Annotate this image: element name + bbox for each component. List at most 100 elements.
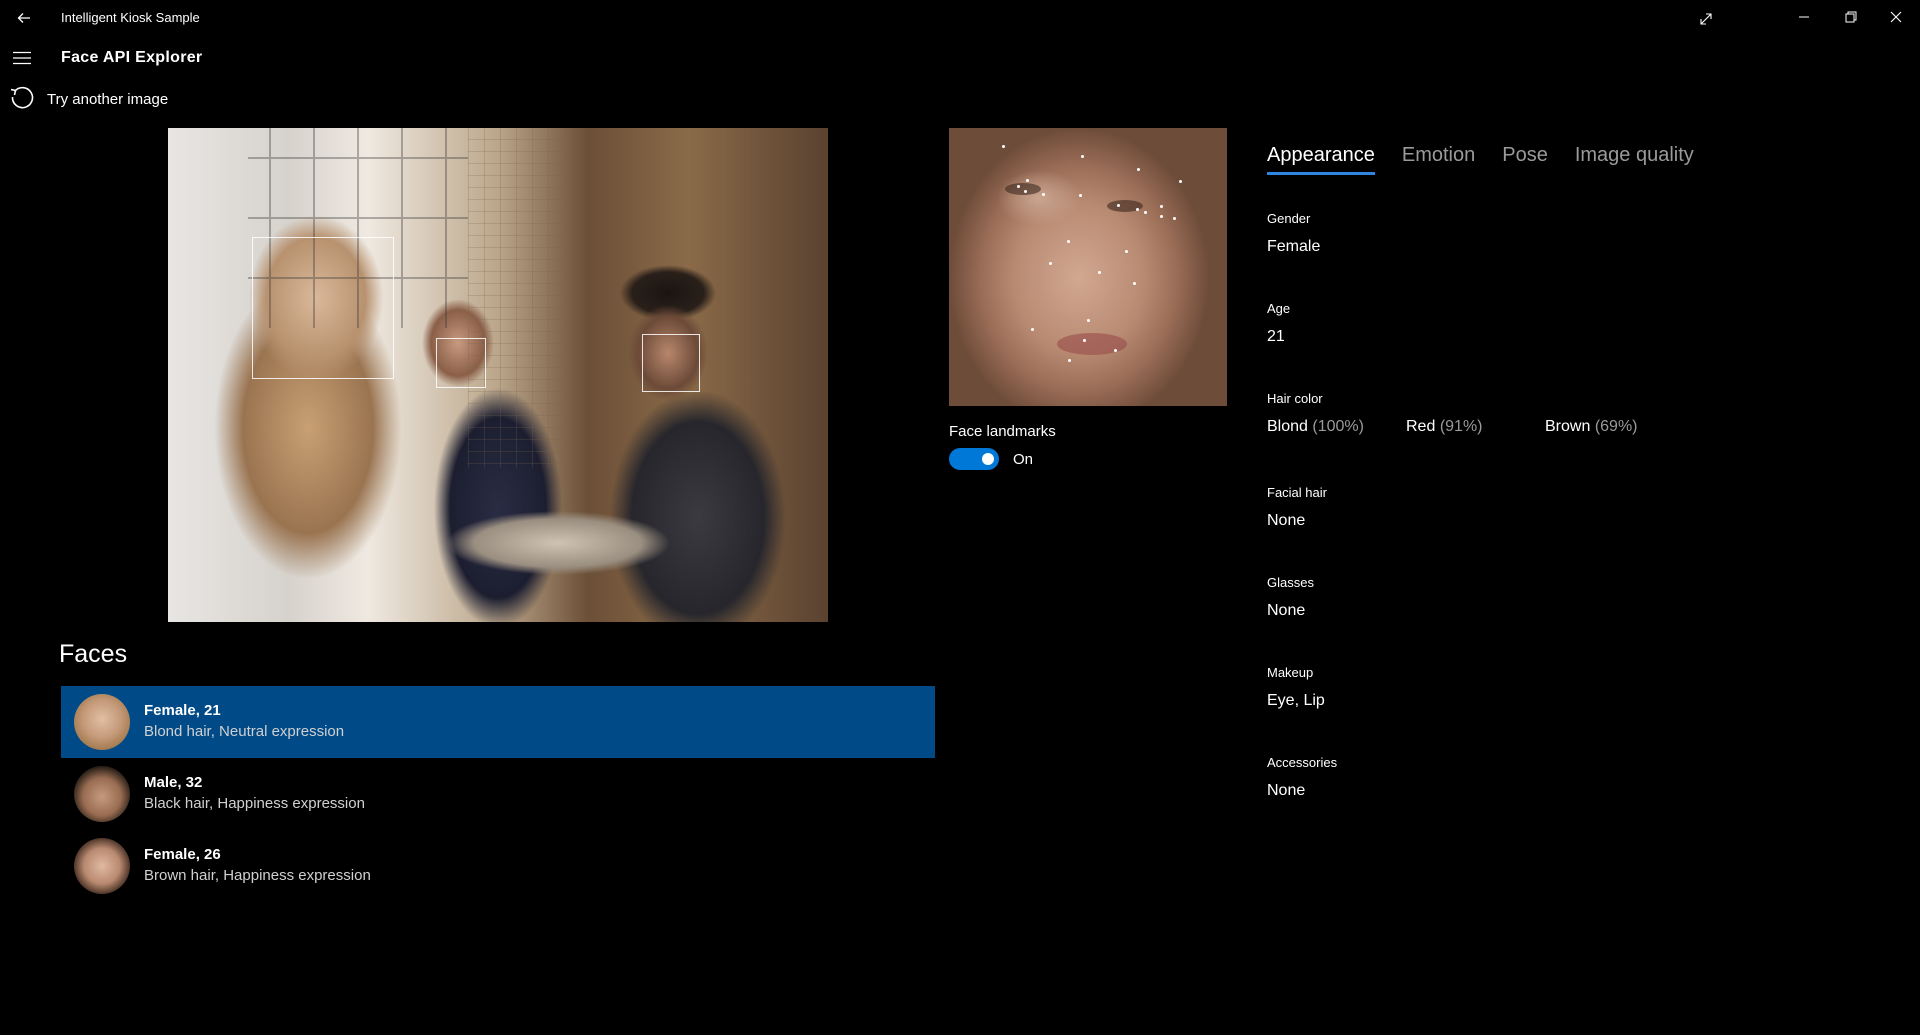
landmark-point <box>1002 145 1005 148</box>
gender-section: Gender Female <box>1267 211 1320 256</box>
facial-hair-value: None <box>1267 512 1306 529</box>
minimize-button[interactable] <box>1781 0 1827 34</box>
minimize-icon <box>1799 16 1809 18</box>
tab-image-quality[interactable]: Image quality <box>1575 144 1694 175</box>
glasses-value: None <box>1267 602 1306 619</box>
landmark-point <box>1031 328 1034 331</box>
hamburger-menu-button[interactable] <box>8 44 36 72</box>
glasses-section: Glasses None <box>1267 575 1314 620</box>
landmark-point <box>1068 359 1071 362</box>
landmark-point <box>1042 193 1045 196</box>
face-list-item[interactable]: Male, 32 Black hair, Happiness expressio… <box>61 758 935 830</box>
face-list-item[interactable]: Female, 21 Blond hair, Neutral expressio… <box>61 686 935 758</box>
hair-color-name: Red <box>1406 418 1436 435</box>
face-landmarks-toggle[interactable] <box>949 448 999 470</box>
hair-color-name: Blond <box>1267 418 1308 435</box>
landmark-point <box>1173 217 1176 220</box>
hair-color-confidence: (91%) <box>1439 418 1483 435</box>
expand-icon <box>1700 13 1712 25</box>
page-title: Face API Explorer <box>61 49 203 66</box>
landmark-point <box>1049 262 1052 265</box>
close-button[interactable] <box>1873 0 1919 34</box>
hair-color-item: Brown (69%) <box>1545 418 1684 436</box>
makeup-value: Eye, Lip <box>1267 692 1325 709</box>
restore-icon <box>1845 11 1857 23</box>
accessories-section: Accessories None <box>1267 755 1337 800</box>
landmark-point <box>1144 211 1147 214</box>
title-bar: Intelligent Kiosk Sample <box>0 0 1920 36</box>
landmark-point <box>1024 190 1027 193</box>
tab-pose[interactable]: Pose <box>1502 144 1548 175</box>
makeup-label: Makeup <box>1267 665 1314 680</box>
expand-button[interactable] <box>1683 2 1729 36</box>
age-label: Age <box>1267 301 1291 316</box>
face-crop-eye <box>1005 183 1041 195</box>
tab-appearance[interactable]: Appearance <box>1267 144 1375 175</box>
landmark-point <box>1087 319 1090 322</box>
facial-hair-section: Facial hair None <box>1267 485 1327 530</box>
hair-color-item: Blond (100%) <box>1267 418 1406 436</box>
landmark-point <box>1117 204 1120 207</box>
landmark-point <box>1179 180 1182 183</box>
landmark-point <box>1026 179 1029 182</box>
close-icon <box>1890 11 1902 23</box>
hair-color-section: Hair color Blond (100%) Red (91%) Brown … <box>1267 391 1684 436</box>
landmark-point <box>1160 215 1163 218</box>
attribute-tabs: Appearance Emotion Pose Image quality <box>1267 144 1721 175</box>
face-box-2[interactable] <box>436 338 486 388</box>
hamburger-menu-icon <box>13 51 31 65</box>
gender-label: Gender <box>1267 211 1311 226</box>
landmark-point <box>1017 185 1020 188</box>
faces-heading: Faces <box>59 640 128 668</box>
hair-color-confidence: (100%) <box>1312 418 1364 435</box>
landmark-point <box>1114 349 1117 352</box>
facial-hair-label: Facial hair <box>1267 485 1327 500</box>
face-crop-lips <box>1057 333 1127 355</box>
landmark-point <box>1083 339 1086 342</box>
face-item-title: Female, 21 <box>144 702 221 719</box>
landmark-point <box>1067 240 1070 243</box>
landmark-point <box>1133 282 1136 285</box>
landmark-point <box>1098 271 1101 274</box>
makeup-section: Makeup Eye, Lip <box>1267 665 1325 710</box>
hair-color-label: Hair color <box>1267 391 1323 406</box>
try-another-image-button[interactable]: Try another image <box>9 86 168 112</box>
landmark-point <box>1079 194 1082 197</box>
app-title: Intelligent Kiosk Sample <box>61 10 200 25</box>
face-item-subtitle: Black hair, Happiness expression <box>144 795 365 812</box>
gender-value: Female <box>1267 238 1321 255</box>
landmark-point <box>1125 250 1128 253</box>
back-button[interactable] <box>10 4 38 32</box>
selected-face-crop <box>949 128 1227 406</box>
face-list-item[interactable]: Female, 26 Brown hair, Happiness express… <box>61 830 935 902</box>
toggle-knob <box>982 453 994 465</box>
accessories-value: None <box>1267 782 1306 799</box>
restore-button[interactable] <box>1828 0 1874 34</box>
toggle-state-label: On <box>1013 450 1034 468</box>
landmark-point <box>1137 168 1140 171</box>
landmark-point <box>1136 208 1139 211</box>
landmark-point <box>1081 155 1084 158</box>
landmark-point <box>1160 205 1163 208</box>
try-another-image-label: Try another image <box>47 90 169 108</box>
face-item-title: Male, 32 <box>144 774 203 791</box>
age-section: Age 21 <box>1267 301 1290 346</box>
hair-color-item: Red (91%) <box>1406 418 1545 436</box>
photo-tile-detail <box>468 128 563 468</box>
analyzed-photo <box>168 128 828 622</box>
back-arrow-icon <box>17 13 30 23</box>
face-box-3[interactable] <box>642 334 700 392</box>
face-item-title: Female, 26 <box>144 846 221 863</box>
face-thumbnail <box>74 838 130 894</box>
face-landmarks-toggle-row: On <box>949 448 1033 470</box>
face-item-subtitle: Brown hair, Happiness expression <box>144 867 371 884</box>
face-thumbnail <box>74 694 130 750</box>
age-value: 21 <box>1267 328 1285 345</box>
glasses-label: Glasses <box>1267 575 1314 590</box>
hair-color-name: Brown <box>1545 418 1591 435</box>
refresh-icon <box>10 86 34 109</box>
face-box-1[interactable] <box>252 237 394 379</box>
tab-emotion[interactable]: Emotion <box>1402 144 1475 175</box>
face-thumbnail <box>74 766 130 822</box>
hair-color-confidence: (69%) <box>1594 418 1638 435</box>
